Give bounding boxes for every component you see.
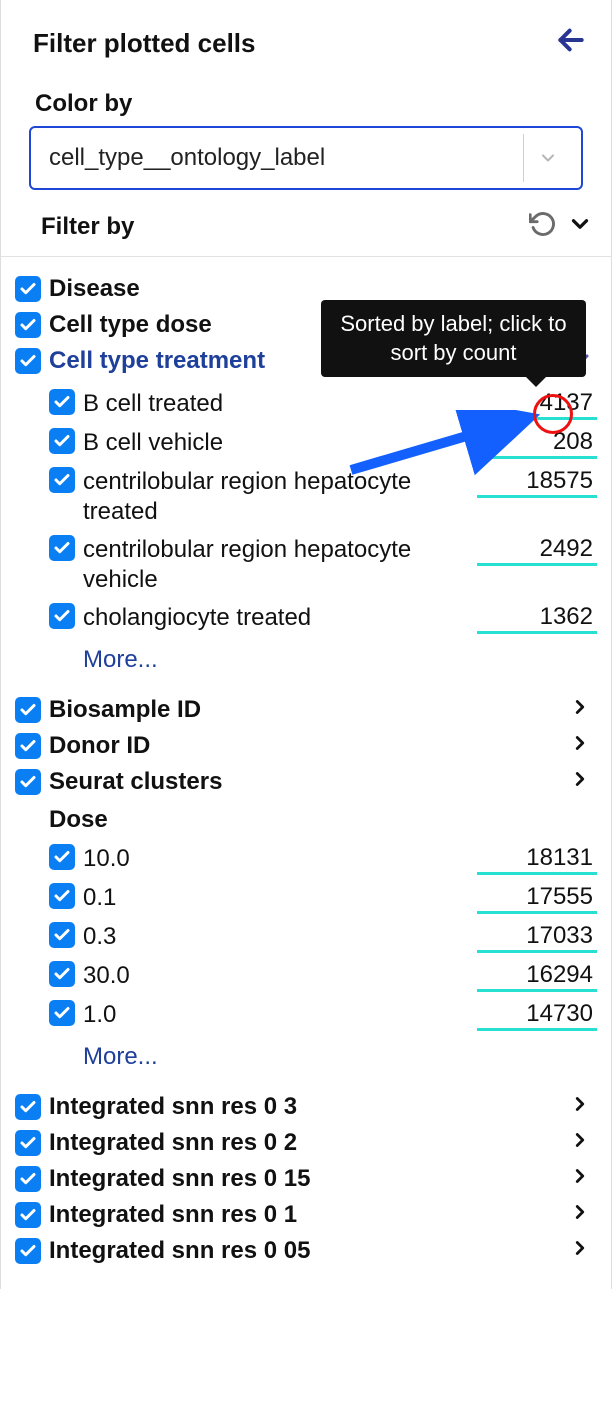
- list-item: 10.0 18131: [49, 840, 597, 879]
- item-label: 1.0: [83, 1000, 469, 1030]
- filter-group-disease[interactable]: Disease: [49, 275, 597, 303]
- item-label: B cell treated: [83, 389, 469, 419]
- checkbox-item[interactable]: [49, 535, 75, 561]
- chevron-right-icon[interactable]: [569, 732, 597, 760]
- chevron-right-icon[interactable]: [569, 1237, 597, 1265]
- filter-group-donor-id[interactable]: Donor ID: [49, 732, 561, 760]
- checkbox-donor-id[interactable]: [15, 733, 41, 759]
- checkbox-item[interactable]: [49, 467, 75, 493]
- filter-group-snn-01[interactable]: Integrated snn res 0 1: [49, 1201, 561, 1229]
- list-item: 1.0 14730: [49, 996, 597, 1035]
- color-by-select[interactable]: cell_type__ontology_label: [29, 126, 583, 190]
- list-item: B cell treated 4137: [49, 385, 597, 424]
- filter-group-snn-005[interactable]: Integrated snn res 0 05: [49, 1237, 561, 1265]
- filter-group-snn-015[interactable]: Integrated snn res 0 15: [49, 1165, 561, 1193]
- item-label: centrilobular region hepatocyte treated: [83, 467, 469, 527]
- list-item: centrilobular region hepatocyte vehicle …: [49, 531, 597, 599]
- checkbox-item[interactable]: [49, 883, 75, 909]
- checkbox-snn-01[interactable]: [15, 1202, 41, 1228]
- color-by-value: cell_type__ontology_label: [49, 144, 523, 172]
- more-link[interactable]: More...: [49, 638, 597, 690]
- item-label: 30.0: [83, 961, 469, 991]
- checkbox-item[interactable]: [49, 389, 75, 415]
- item-count: 16294: [477, 961, 597, 992]
- checkbox-item[interactable]: [49, 428, 75, 454]
- list-item: 30.0 16294: [49, 957, 597, 996]
- back-arrow-icon[interactable]: [555, 24, 587, 62]
- item-count: 18131: [477, 844, 597, 875]
- checkbox-cell-type-treatment[interactable]: [15, 348, 41, 374]
- item-label: B cell vehicle: [83, 428, 469, 458]
- item-label: 0.3: [83, 922, 469, 952]
- checkbox-cell-type-dose[interactable]: [15, 312, 41, 338]
- filter-group-seurat-clusters[interactable]: Seurat clusters: [49, 768, 561, 796]
- sort-tooltip: Sorted by label; click to sort by count: [321, 300, 586, 377]
- list-item: centrilobular region hepatocyte treated …: [49, 463, 597, 531]
- checkbox-item[interactable]: [49, 961, 75, 987]
- checkbox-biosample-id[interactable]: [15, 697, 41, 723]
- item-count: 18575: [477, 467, 597, 498]
- filter-group-snn-02[interactable]: Integrated snn res 0 2: [49, 1129, 561, 1157]
- checkbox-seurat-clusters[interactable]: [15, 769, 41, 795]
- item-label: 0.1: [83, 883, 469, 913]
- list-item: B cell vehicle 208: [49, 424, 597, 463]
- item-count: 4137: [477, 389, 597, 420]
- filter-group-snn-03[interactable]: Integrated snn res 0 3: [49, 1093, 561, 1121]
- item-label: cholangiocyte treated: [83, 603, 469, 633]
- panel-title: Filter plotted cells: [33, 28, 256, 59]
- filter-group-dose[interactable]: Dose: [15, 800, 597, 834]
- checkbox-snn-02[interactable]: [15, 1130, 41, 1156]
- color-by-label: Color by: [1, 74, 611, 126]
- list-item: 0.3 17033: [49, 918, 597, 957]
- checkbox-item[interactable]: [49, 922, 75, 948]
- item-count: 2492: [477, 535, 597, 566]
- chevron-down-icon[interactable]: [523, 134, 571, 182]
- item-count: 14730: [477, 1000, 597, 1031]
- chevron-right-icon[interactable]: [569, 1093, 597, 1121]
- checkbox-disease[interactable]: [15, 276, 41, 302]
- checkbox-item[interactable]: [49, 603, 75, 629]
- item-count: 208: [477, 428, 597, 459]
- dose-items: 10.0 18131 0.1 17555 0.3 17033 30.0 1629…: [15, 834, 597, 1089]
- chevron-right-icon[interactable]: [569, 1201, 597, 1229]
- item-count: 17555: [477, 883, 597, 914]
- item-count: 1362: [477, 603, 597, 634]
- filter-by-label: Filter by: [41, 213, 529, 241]
- item-label: 10.0: [83, 844, 469, 874]
- more-link[interactable]: More...: [49, 1035, 597, 1087]
- checkbox-snn-015[interactable]: [15, 1166, 41, 1192]
- checkbox-item[interactable]: [49, 844, 75, 870]
- checkbox-snn-03[interactable]: [15, 1094, 41, 1120]
- checkbox-item[interactable]: [49, 1000, 75, 1026]
- chevron-right-icon[interactable]: [569, 1165, 597, 1193]
- chevron-right-icon[interactable]: [569, 696, 597, 724]
- cell-type-treatment-items: B cell treated 4137 B cell vehicle 208 c…: [15, 379, 597, 692]
- chevron-right-icon[interactable]: [569, 768, 597, 796]
- item-label: centrilobular region hepatocyte vehicle: [83, 535, 469, 595]
- chevron-right-icon[interactable]: [569, 1129, 597, 1157]
- checkbox-snn-005[interactable]: [15, 1238, 41, 1264]
- chevron-down-icon[interactable]: [567, 211, 593, 243]
- filter-group-biosample-id[interactable]: Biosample ID: [49, 696, 561, 724]
- reset-icon[interactable]: [529, 210, 557, 244]
- list-item: 0.1 17555: [49, 879, 597, 918]
- item-count: 17033: [477, 922, 597, 953]
- list-item: cholangiocyte treated 1362: [49, 599, 597, 638]
